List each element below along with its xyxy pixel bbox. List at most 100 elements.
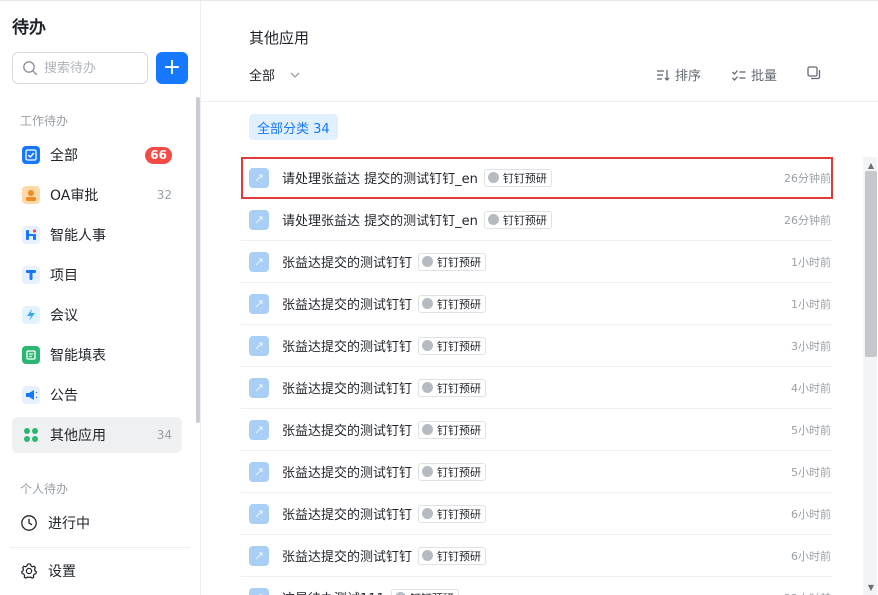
tag-logo-icon (422, 550, 434, 561)
todo-time: 22小时前 (784, 590, 831, 595)
tag-label: 钉钉预研 (502, 213, 547, 227)
checkbox-icon (22, 146, 40, 164)
todo-title: 张益达提交的测试钉钉 (282, 508, 413, 523)
tag-label: 钉钉预研 (437, 297, 482, 311)
category-chip[interactable]: 全部分类 34 (249, 114, 338, 140)
sidebar-item-label: 智能填表 (50, 348, 106, 364)
search-input[interactable] (44, 60, 140, 76)
todo-row[interactable]: 这是待办测试111 钉钉预研 22小时前 (241, 577, 833, 595)
tag-label: 钉钉预研 (437, 465, 482, 479)
tag-logo-icon (487, 214, 499, 225)
todo-title: 张益达提交的测试钉钉 (282, 382, 413, 397)
sidebar-item-label: 全部 (50, 148, 78, 164)
section-work-label: 工作待办 (20, 114, 69, 128)
source-tag: 钉钉预研 (418, 462, 487, 481)
search-icon (23, 61, 38, 76)
source-tag: 钉钉预研 (418, 546, 487, 565)
sidebar-item-project[interactable]: 项目 (12, 257, 182, 293)
sidebar-item-all[interactable]: 全部 66 (12, 137, 182, 173)
tag-label: 钉钉预研 (437, 381, 482, 395)
todo-row[interactable]: 张益达提交的测试钉钉 钉钉预研 6小时前 (241, 535, 833, 577)
tag-label: 钉钉预研 (437, 339, 482, 353)
source-tag: 钉钉预研 (483, 168, 552, 187)
todo-app: 待办 + 工作待办 全部 66 OA审批 32 (0, 0, 878, 595)
sidebar-item-label: 公告 (50, 388, 78, 404)
scroll-down-icon[interactable]: ▼ (865, 581, 877, 593)
sidebar-item-smart-hr[interactable]: 智能人事 (12, 217, 182, 253)
source-tag: 钉钉预研 (418, 420, 487, 439)
tag-logo-icon (422, 382, 434, 393)
todo-row[interactable]: 张益达提交的测试钉钉 钉钉预研 3小时前 (241, 325, 833, 367)
list-scrollbar-thumb[interactable] (865, 171, 877, 357)
todo-title: 请处理张益达 提交的测试钉钉_en (282, 214, 478, 229)
todo-time: 6小时前 (791, 549, 831, 563)
todo-row[interactable]: 请处理张益达 提交的测试钉钉_en 钉钉预研 26分钟前 (241, 199, 833, 241)
source-tag: 钉钉预研 (418, 504, 487, 523)
app-icon (249, 377, 269, 398)
todo-title: 张益达提交的测试钉钉 (282, 298, 413, 313)
sidebar: 待办 + 工作待办 全部 66 OA审批 32 (0, 1, 201, 595)
tag-logo-icon (422, 424, 434, 435)
tag-label: 钉钉预研 (410, 590, 454, 595)
todo-time: 26分钟前 (784, 213, 831, 227)
sidebar-item-oa-approval[interactable]: OA审批 32 (12, 177, 182, 213)
batch-select-icon (732, 69, 746, 81)
scroll-up-icon[interactable]: ▲ (865, 159, 877, 171)
sidebar-item-in-progress[interactable]: 进行中 (12, 505, 182, 541)
source-tag: 钉钉预研 (483, 210, 552, 229)
todo-row[interactable]: 张益达提交的测试钉钉 钉钉预研 1小时前 (241, 283, 833, 325)
tag-label: 钉钉预研 (502, 171, 547, 185)
hr-icon (22, 226, 40, 244)
app-icon (249, 419, 269, 440)
filter-label: 全部 (249, 69, 276, 84)
filter-dropdown[interactable]: 全部 (249, 65, 301, 84)
todo-time: 1小时前 (791, 255, 831, 269)
unread-badge: 66 (145, 146, 172, 164)
sidebar-item-meeting[interactable]: 会议 (12, 297, 182, 333)
batch-label: 批量 (751, 69, 778, 84)
chevron-down-icon (290, 72, 300, 78)
sort-icon (657, 69, 670, 81)
tag-label: 钉钉预研 (437, 423, 482, 437)
todo-title: 张益达提交的测试钉钉 (282, 424, 413, 439)
app-icon (249, 503, 269, 524)
app-icon (249, 335, 269, 356)
batch-button[interactable]: 批量 (731, 65, 777, 84)
app-icon (249, 167, 269, 188)
todo-title: 这是待办测试111 (282, 588, 385, 595)
open-window-button[interactable] (806, 65, 822, 81)
project-icon (22, 266, 40, 284)
sidebar-item-other-apps[interactable]: 其他应用 34 (12, 417, 182, 453)
sidebar-scrollbar[interactable] (196, 97, 200, 423)
sidebar-item-label: OA审批 (50, 188, 99, 204)
todo-row[interactable]: 请处理张益达 提交的测试钉钉_en 钉钉预研 26分钟前 (241, 157, 833, 199)
item-count: 32 (156, 188, 172, 202)
settings-button[interactable]: 设置 (12, 553, 182, 589)
todo-title: 请处理张益达 提交的测试钉钉_en (282, 172, 478, 187)
tag-label: 钉钉预研 (437, 255, 482, 269)
todo-row[interactable]: 张益达提交的测试钉钉 钉钉预研 4小时前 (241, 367, 833, 409)
todo-time: 4小时前 (791, 381, 831, 395)
sort-button[interactable]: 排序 (655, 65, 701, 84)
todo-row[interactable]: 张益达提交的测试钉钉 钉钉预研 6小时前 (241, 493, 833, 535)
sidebar-item-label: 其他应用 (50, 428, 106, 444)
page-title: 其他应用 (249, 29, 310, 47)
sidebar-item-label: 会议 (50, 308, 78, 324)
app-icon (249, 461, 269, 482)
todo-time: 26分钟前 (784, 171, 831, 185)
search-box[interactable] (12, 52, 148, 84)
todo-time: 6小时前 (791, 507, 831, 521)
todo-row[interactable]: 张益达提交的测试钉钉 钉钉预研 5小时前 (241, 451, 833, 493)
sidebar-title: 待办 (12, 18, 46, 38)
sidebar-item-smart-form[interactable]: 智能填表 (12, 337, 182, 373)
todo-row[interactable]: 张益达提交的测试钉钉 钉钉预研 5小时前 (241, 409, 833, 451)
add-todo-button[interactable]: + (156, 52, 188, 84)
todo-row[interactable]: 张益达提交的测试钉钉 钉钉预研 1小时前 (241, 241, 833, 283)
sidebar-item-announcement[interactable]: 公告 (12, 377, 182, 413)
settings-label: 设置 (48, 564, 76, 580)
source-tag: 钉钉预研 (418, 252, 487, 271)
tag-logo-icon (422, 256, 434, 267)
meeting-icon (22, 306, 40, 324)
sidebar-item-label: 智能人事 (50, 228, 106, 244)
app-icon (249, 251, 269, 272)
